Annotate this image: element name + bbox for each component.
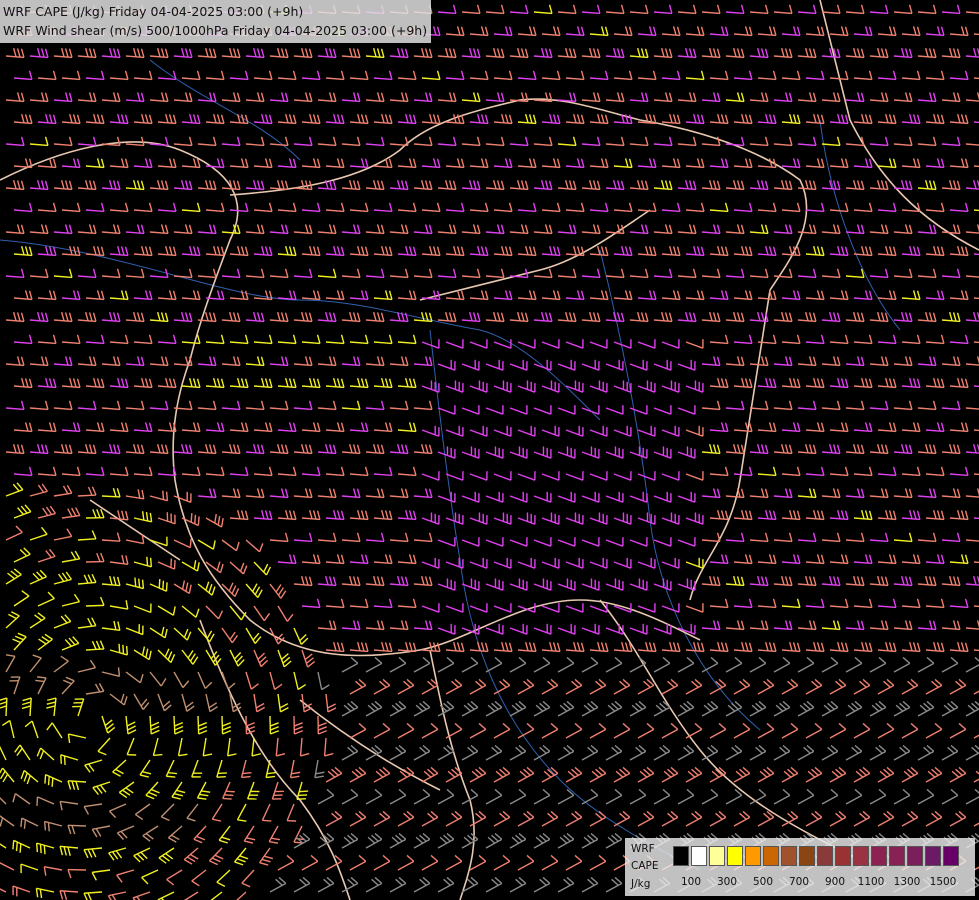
- wind-barb-flag: [190, 513, 193, 523]
- wind-barb-flag: [165, 582, 168, 592]
- wind-barb-flag: [242, 772, 252, 775]
- wind-barb-flag: [35, 843, 39, 853]
- wind-barb-flag: [173, 560, 176, 570]
- wind-barb-flag: [20, 817, 23, 828]
- wind-barb-shaft: [5, 697, 8, 717]
- wind-barb-flag: [63, 755, 66, 765]
- wind-barb-flag: [117, 667, 121, 677]
- wind-barb-flag: [23, 819, 27, 829]
- wind-barb-flag: [224, 794, 234, 797]
- wind-barb-flag: [162, 580, 165, 590]
- wind-barb-flag: [125, 645, 129, 655]
- wind-barb-shaft: [85, 604, 105, 607]
- wind-barb-flag: [43, 845, 46, 855]
- wind-barb-flag: [298, 794, 308, 797]
- wind-barb-flag: [19, 843, 22, 853]
- wind-barb-flag: [138, 578, 141, 588]
- wind-barb-shaft: [173, 715, 176, 735]
- wind-barb-flag: [166, 775, 176, 778]
- wind-barb-flag: [225, 790, 235, 793]
- wind-barb-shaft: [197, 715, 200, 735]
- wind-shear-map: [0, 0, 979, 900]
- wind-barb-flag: [241, 775, 251, 779]
- wind-barb-shaft: [77, 494, 97, 497]
- wind-barb-flag: [217, 772, 227, 775]
- wind-barb-flag: [141, 579, 145, 589]
- wind-barb-flag: [197, 516, 200, 526]
- wind-barb-flag: [39, 844, 42, 854]
- wind-barb-flag: [47, 822, 50, 832]
- wind-barb-flag: [170, 558, 173, 568]
- wind-barb-flag: [60, 754, 62, 764]
- wind-barb-flag: [149, 557, 153, 567]
- wind-barb-flag: [153, 753, 163, 757]
- wind-barb-flag: [122, 644, 125, 654]
- wind-barb-flag: [51, 777, 54, 787]
- wind-barb-shaft: [101, 495, 121, 498]
- wind-barb-flag: [299, 790, 309, 793]
- wind-barb-flag: [15, 841, 18, 852]
- wind-barb-flag: [162, 490, 165, 500]
- wind-barb-flag: [118, 643, 121, 653]
- wind-barb-flag: [47, 776, 50, 786]
- wind-barb-flag: [194, 514, 197, 524]
- wind-barb-flag: [216, 776, 226, 778]
- wind-barb-flag: [44, 774, 47, 784]
- wind-barb-flag: [296, 797, 306, 800]
- wind-barb-flag: [12, 840, 15, 850]
- wind-barb-flag: [146, 556, 149, 566]
- wind-barb-flag: [167, 771, 177, 775]
- wind-barb-shaft: [67, 824, 87, 827]
- wind-barb-flag: [158, 579, 161, 589]
- wind-barb-flag: [189, 538, 192, 548]
- wind-barb-shaft: [221, 715, 224, 735]
- wind-barb-flag: [43, 821, 47, 831]
- wind-barb-flag: [262, 819, 272, 822]
- wind-barb-flag: [165, 491, 169, 501]
- wind-barb-flag: [222, 797, 232, 800]
- wind-barb-flag: [134, 577, 137, 587]
